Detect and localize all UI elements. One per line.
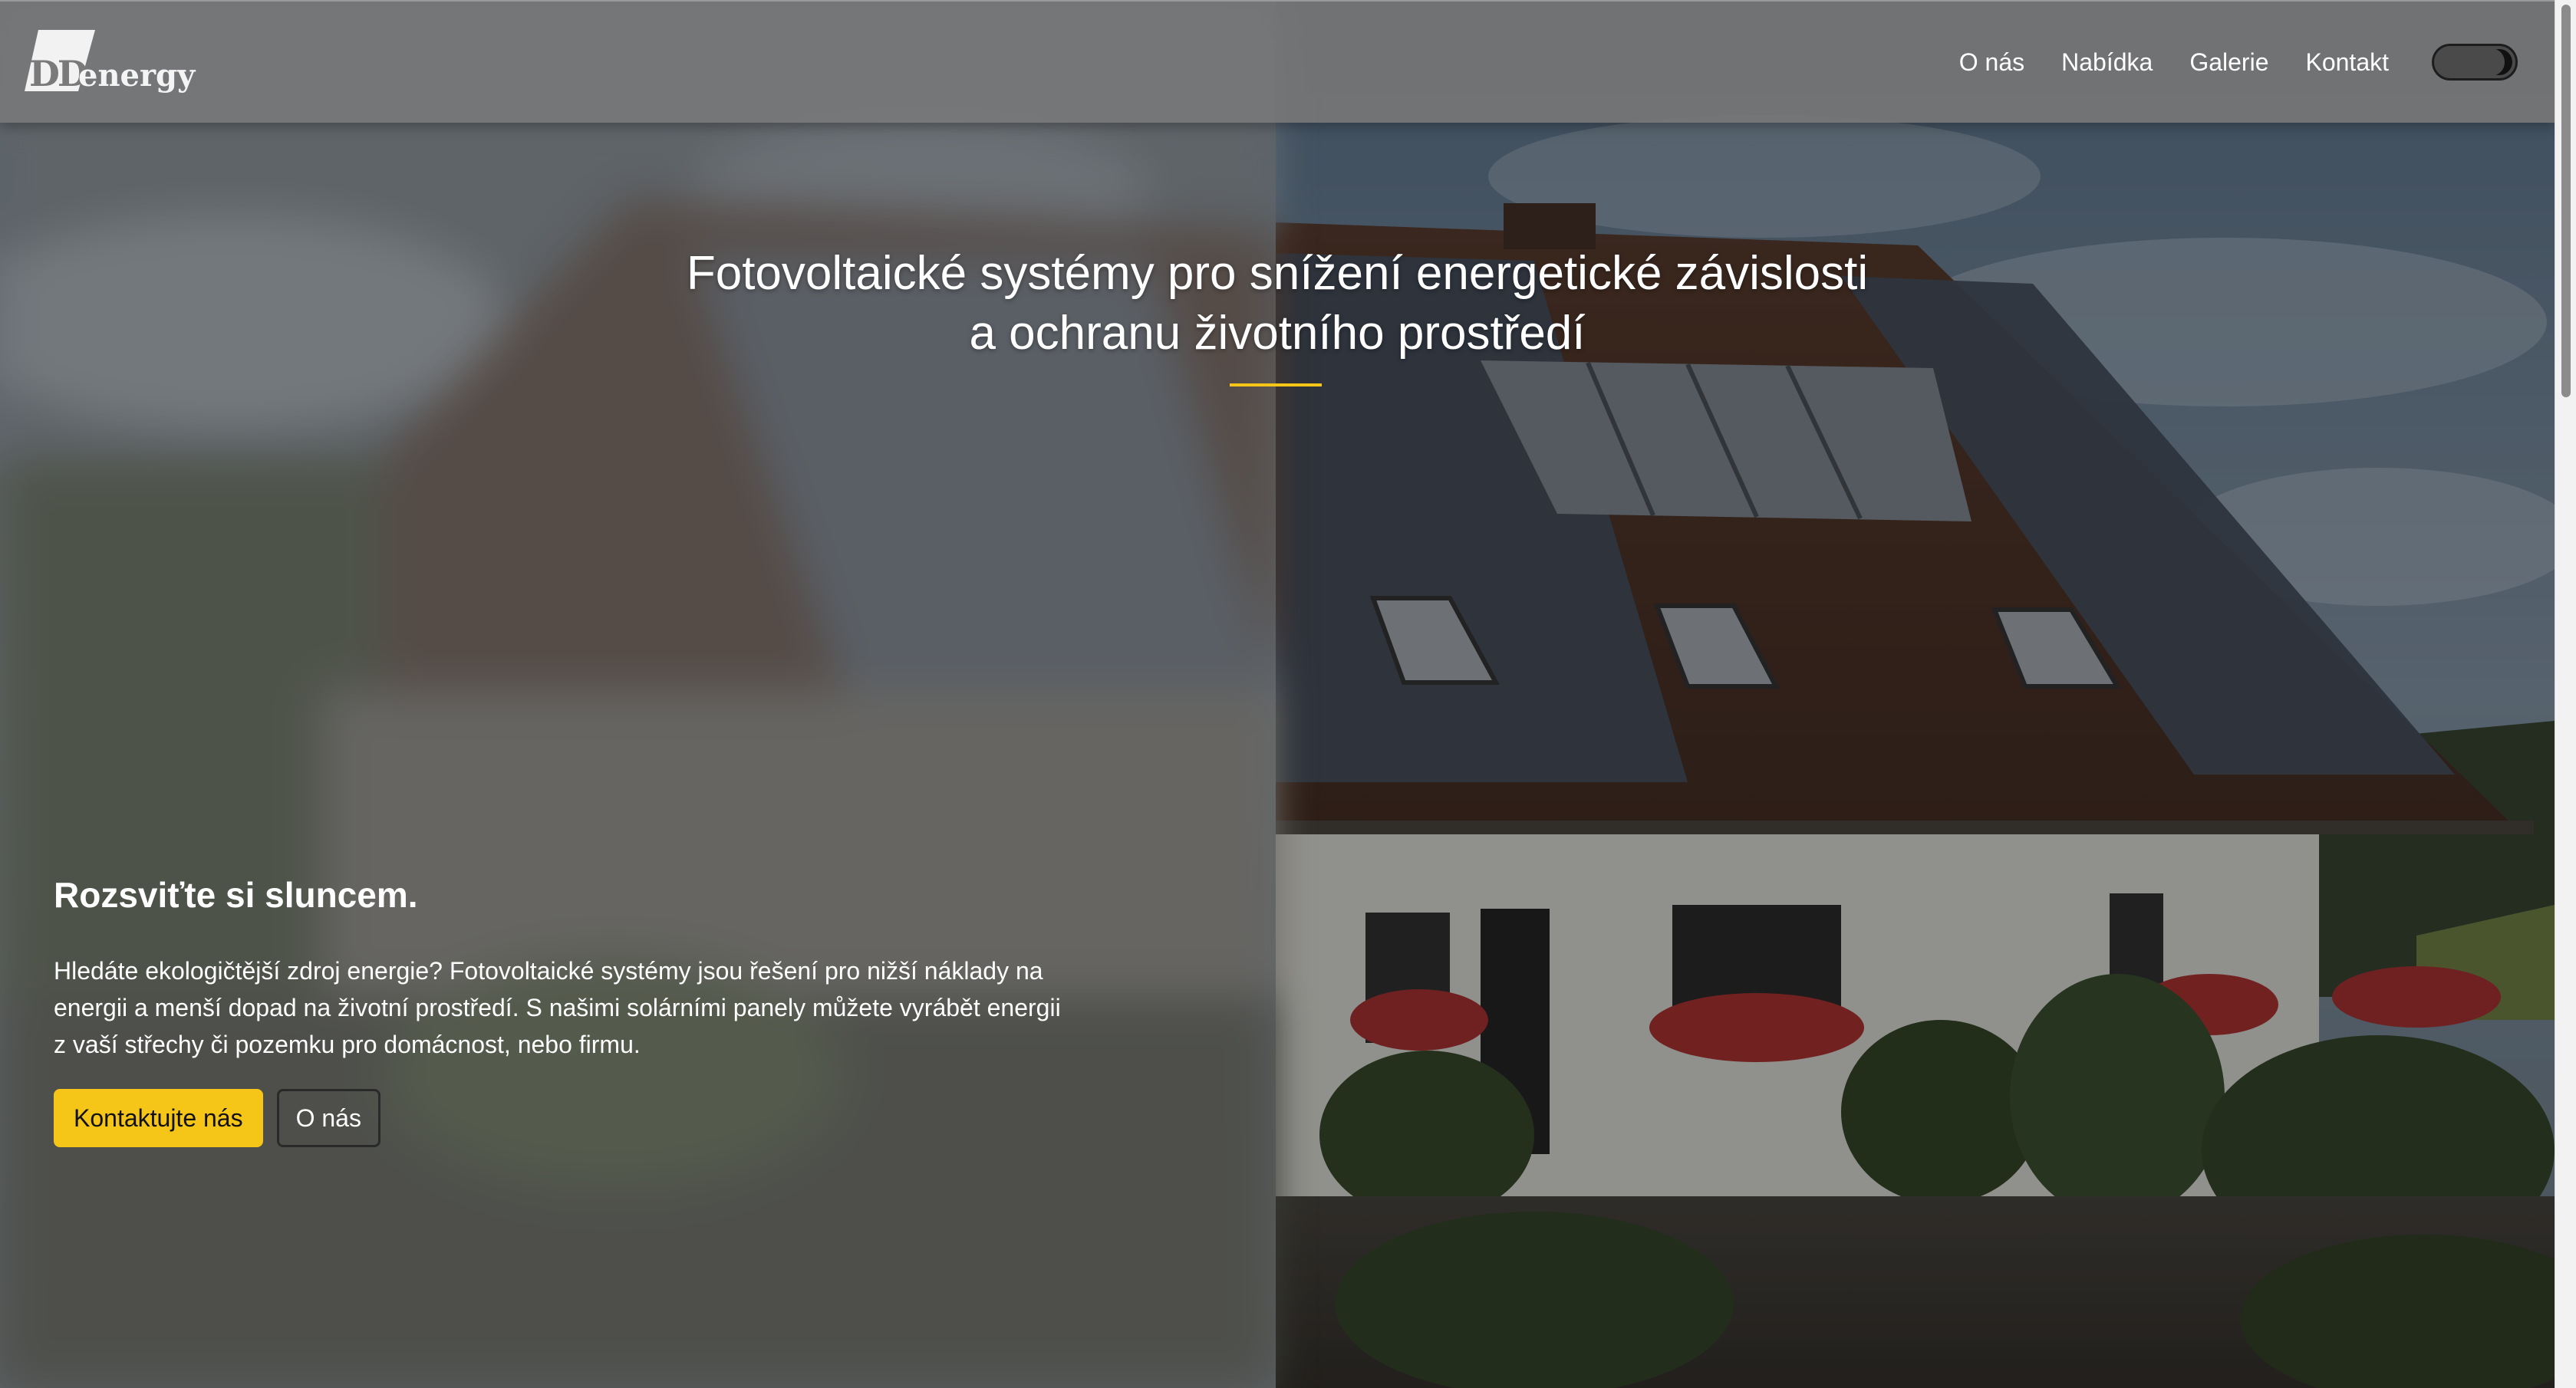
about-us-button[interactable]: O nás (276, 1089, 380, 1147)
hero-background (0, 0, 2555, 1388)
page-scrollbar[interactable] (2555, 0, 2576, 1388)
intro-text-line3: z vaší střechy či pozemku pro domácnost,… (54, 1031, 641, 1058)
intro-title: Rozsviťte si sluncem. (54, 875, 418, 915)
nav-galerie[interactable]: Galerie (2189, 48, 2268, 77)
scrollbar-thumb[interactable] (2561, 5, 2571, 397)
page: DD energy O nás Nabídka Galerie Kontakt … (0, 0, 2576, 1388)
intro-text-line1: Hledáte ekologičtější zdroj energie? Fot… (54, 957, 1043, 985)
dark-mode-toggle[interactable] (2432, 44, 2518, 81)
moon-icon (2482, 49, 2512, 75)
contact-us-button[interactable]: Kontaktujte nás (54, 1089, 263, 1147)
hero-headline-line2: a ochranu životního prostředí (969, 307, 1586, 360)
logo-wordmark: energy (78, 58, 196, 94)
hero-headline: Fotovoltaické systémy pro snížení energe… (0, 244, 2555, 363)
intro-text-line2: energii a menší dopad na životní prostře… (54, 994, 1061, 1021)
logo[interactable]: DD energy (25, 24, 196, 100)
headline-accent-bar (1230, 383, 1322, 386)
hero-headline-line1: Fotovoltaické systémy pro snížení energe… (686, 247, 1869, 300)
nav-nabidka[interactable]: Nabídka (2061, 48, 2153, 77)
nav-o-nas[interactable]: O nás (1959, 48, 2024, 77)
cta-row: Kontaktujte nás O nás (54, 1089, 1097, 1147)
intro-copy: Rozsviťte si sluncem. Hledáte ekologičtě… (54, 874, 1097, 1147)
nav-kontakt[interactable]: Kontakt (2305, 48, 2389, 77)
intro-text: Hledáte ekologičtější zdroj energie? Fot… (54, 952, 1097, 1063)
site-header: DD energy O nás Nabídka Galerie Kontakt (0, 0, 2555, 123)
logo-mark: DD (29, 53, 88, 94)
main-nav: O nás Nabídka Galerie Kontakt (1959, 44, 2518, 81)
